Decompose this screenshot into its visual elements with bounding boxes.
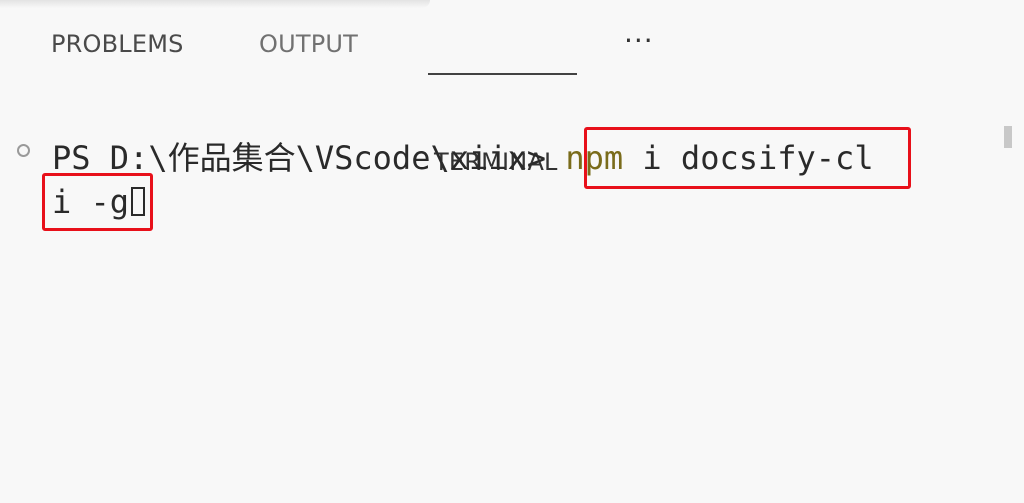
terminal-scrollbar-thumb[interactable] [1004, 126, 1012, 148]
terminal-line-1: PS D:\作品集合\VScode\xiix> npm i docsify-cl [52, 139, 874, 177]
panel-top-shadow [0, 0, 430, 8]
command-args-line-1: i docsify-cl [623, 139, 874, 177]
tab-problems[interactable]: PROBLEMS [51, 30, 184, 58]
terminal-cursor [131, 187, 146, 216]
terminal-line-2: i -g [52, 183, 146, 221]
tab-output[interactable]: OUTPUT [259, 30, 358, 58]
command-args-line-2: i -g [52, 183, 130, 221]
panel-tab-bar: PROBLEMS OUTPUT TERMINAL ··· [0, 22, 700, 176]
panel: PROBLEMS OUTPUT TERMINAL ··· PS D:\作品集合\… [0, 0, 1024, 503]
terminal-prompt: PS D:\作品集合\VScode\xiix> [52, 139, 566, 177]
command-name: npm [565, 139, 624, 177]
command-decoration-icon[interactable] [17, 144, 30, 157]
active-tab-indicator [428, 73, 577, 75]
more-actions-icon[interactable]: ··· [624, 24, 654, 57]
terminal-view[interactable]: PS D:\作品集合\VScode\xiix> npm i docsify-cl… [0, 126, 1024, 503]
